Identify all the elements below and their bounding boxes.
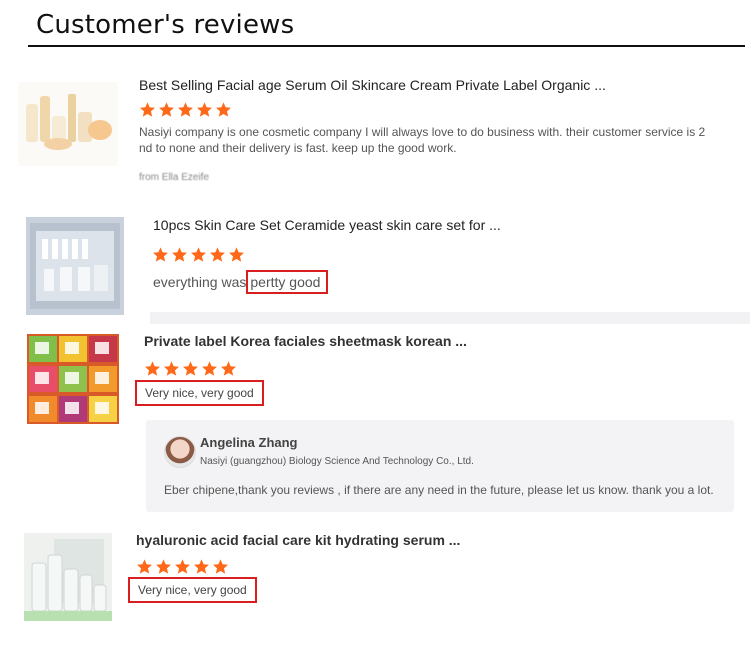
star-icon (164, 361, 179, 376)
review-1-comment-line-1: Nasiyi company is one cosmetic company I… (139, 125, 706, 139)
star-icon (153, 247, 168, 262)
product-thumbnail-skincare-set[interactable] (26, 217, 124, 315)
review-4-rating-stars (136, 558, 229, 575)
review-1-comment-line-2: nd to none and their delivery is fast. k… (139, 141, 457, 155)
star-icon (137, 559, 152, 574)
star-icon (213, 559, 228, 574)
reply-author-name: Angelina Zhang (200, 435, 298, 450)
star-icon (172, 247, 187, 262)
star-icon (175, 559, 190, 574)
reply-message: Eber chipene,thank you reviews , if ther… (164, 483, 714, 497)
review-1-author: from Ella Ezeife (139, 172, 210, 183)
star-icon (183, 361, 198, 376)
review-1-product-title[interactable]: Best Selling Facial age Serum Oil Skinca… (139, 77, 606, 93)
page-title: Customer's reviews (36, 10, 295, 40)
star-icon (159, 102, 174, 117)
star-icon (178, 102, 193, 117)
review-4-highlighted-comment: Very nice, very good (128, 577, 257, 603)
review-2-product-title[interactable]: 10pcs Skin Care Set Ceramide yeast skin … (153, 217, 501, 233)
product-thumbnail-sheetmask[interactable] (27, 334, 119, 424)
product-thumbnail-hyaluronic-kit[interactable] (24, 533, 112, 621)
reply-company-name: Nasiyi (guangzhou) Biology Science And T… (200, 456, 474, 467)
review-4-product-title[interactable]: hyaluronic acid facial care kit hydratin… (136, 532, 460, 548)
review-1-rating-stars (139, 101, 232, 118)
star-icon (216, 102, 231, 117)
star-icon (156, 559, 171, 574)
row-divider (150, 312, 750, 324)
avatar (164, 436, 196, 468)
review-3-rating-stars (144, 360, 237, 377)
star-icon (145, 361, 160, 376)
review-2-comment-text: everything was (153, 274, 247, 290)
star-icon (140, 102, 155, 117)
star-icon (191, 247, 206, 262)
seller-reply-card: Angelina Zhang Nasiyi (guangzhou) Biolog… (146, 420, 734, 512)
review-2-highlighted-text: pertty good (246, 270, 329, 294)
star-icon (194, 559, 209, 574)
star-icon (210, 247, 225, 262)
star-icon (221, 361, 236, 376)
review-2-rating-stars (152, 246, 245, 263)
review-3-highlighted-comment: Very nice, very good (135, 380, 264, 406)
product-thumbnail-serum[interactable] (18, 82, 118, 166)
title-divider (28, 45, 745, 47)
star-icon (197, 102, 212, 117)
star-icon (229, 247, 244, 262)
review-3-product-title[interactable]: Private label Korea faciales sheetmask k… (144, 333, 467, 349)
review-2-comment: everything was pertty good (153, 270, 329, 294)
star-icon (202, 361, 217, 376)
